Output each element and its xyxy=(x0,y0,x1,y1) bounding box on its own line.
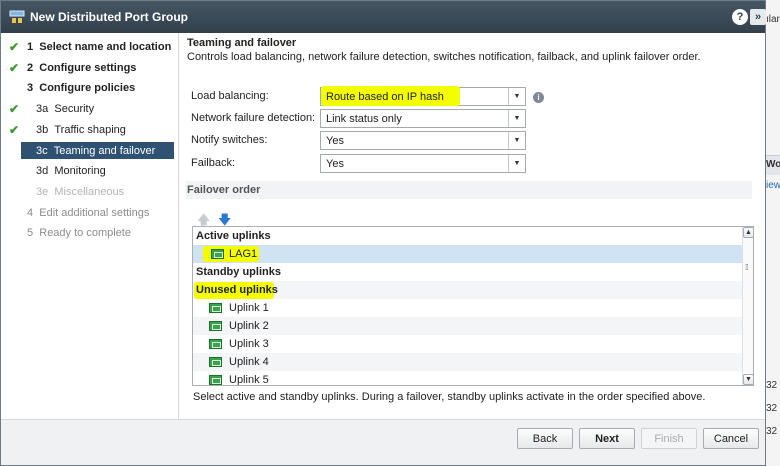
next-button[interactable]: Next xyxy=(579,428,635,449)
background-text: Wor xyxy=(766,159,780,170)
list-item-uplink[interactable]: Uplink 1 xyxy=(193,299,742,317)
uplink-icon xyxy=(209,357,222,367)
background-text: 32 xyxy=(766,403,778,414)
step-label: 3c Teaming and failover xyxy=(36,145,156,157)
chevron-down-icon: ▼ xyxy=(508,132,525,149)
list-item-uplink[interactable]: Uplink 4 xyxy=(193,353,742,371)
network-failure-detection-label: Network failure detection: xyxy=(191,112,316,124)
failback-select[interactable]: Yes ▼ xyxy=(320,154,526,173)
list-group-standby[interactable]: Standby uplinks xyxy=(193,263,742,281)
list-item-lag1[interactable]: LAG1 xyxy=(193,245,742,263)
background-text: ıları xyxy=(766,14,780,25)
list-scrollbar[interactable]: ▲ ⁞⁞ ▼ xyxy=(742,227,753,385)
page-title: Teaming and failover xyxy=(187,37,297,49)
back-button[interactable]: Back xyxy=(517,428,573,449)
failback-label: Failback: xyxy=(191,157,236,169)
failback-value: Yes xyxy=(326,157,344,170)
load-balancing-label: Load balancing: xyxy=(191,90,269,102)
step-label: 2 Configure settings xyxy=(27,62,137,74)
chevron-down-icon: ▼ xyxy=(508,88,525,105)
list-item-uplink[interactable]: Uplink 2 xyxy=(193,317,742,335)
scroll-down-icon[interactable]: ▼ xyxy=(743,374,753,385)
dialog-title: New Distributed Port Group xyxy=(30,10,189,24)
notify-switches-value: Yes xyxy=(326,134,344,147)
dialog-footer: Back Next Finish Cancel xyxy=(1,419,765,465)
failover-hint: Select active and standby uplinks. Durin… xyxy=(193,391,706,403)
load-balancing-select[interactable]: Route based on IP hash ▼ xyxy=(320,86,526,106)
scroll-grip-icon[interactable]: ⁞⁞ xyxy=(745,263,749,272)
background-text: iew xyxy=(766,180,780,191)
step-label: 3a Security xyxy=(36,103,95,115)
info-icon[interactable]: i xyxy=(533,92,544,103)
step-label: 3 Configure policies xyxy=(27,82,136,94)
list-group-unused[interactable]: Unused uplinks xyxy=(193,281,742,299)
check-icon: ✔ xyxy=(9,102,20,116)
notify-switches-label: Notify switches: xyxy=(191,134,268,146)
check-icon: ✔ xyxy=(9,61,20,75)
uplink-icon xyxy=(209,339,222,349)
teaming-failover-page: Teaming and failover Controls load balan… xyxy=(179,33,765,419)
list-item-uplink[interactable]: Uplink 5 xyxy=(193,371,742,385)
new-port-group-dialog: New Distributed Port Group ? » ✔ 1 Selec… xyxy=(0,0,766,466)
uplink-icon xyxy=(209,321,222,331)
check-icon: ✔ xyxy=(9,123,20,137)
network-failure-detection-select[interactable]: Link status only ▼ xyxy=(320,109,526,128)
failover-order-title: Failover order xyxy=(187,184,261,196)
finish-button[interactable]: Finish xyxy=(641,428,697,449)
list-group-active[interactable]: Active uplinks xyxy=(193,227,742,245)
chevron-down-icon: ▼ xyxy=(508,110,525,127)
step-label: 1 Select name and location xyxy=(27,41,172,53)
step-label: 3d Monitoring xyxy=(36,165,106,177)
scroll-up-icon[interactable]: ▲ xyxy=(743,227,753,238)
step-label: 4 Edit additional settings xyxy=(27,207,150,219)
uplink-icon xyxy=(209,303,222,313)
step-label: 3b Traffic shaping xyxy=(36,124,126,136)
background-text: 32 xyxy=(766,380,778,391)
failover-order-list[interactable]: Active uplinks LAG1 Standby uplinks Unus… xyxy=(192,226,754,386)
check-icon: ✔ xyxy=(9,40,20,54)
dialog-titlebar[interactable]: New Distributed Port Group xyxy=(1,1,765,33)
help-button[interactable]: ? xyxy=(732,9,748,25)
background-text: 32 xyxy=(766,426,778,437)
cancel-button[interactable]: Cancel xyxy=(703,428,759,449)
notify-switches-select[interactable]: Yes ▼ xyxy=(320,131,526,150)
network-failure-detection-value: Link status only xyxy=(326,112,402,125)
list-item-uplink[interactable]: Uplink 3 xyxy=(193,335,742,353)
load-balancing-value: Route based on IP hash xyxy=(326,90,444,103)
port-group-icon xyxy=(9,10,25,24)
step-label: 3e Miscellaneous xyxy=(36,186,125,198)
lag-icon xyxy=(211,249,224,259)
chevron-down-icon: ▼ xyxy=(508,155,525,172)
failover-order-header: Failover order xyxy=(186,181,752,199)
background-app xyxy=(765,0,780,466)
close-button[interactable]: » xyxy=(750,9,766,25)
uplink-icon xyxy=(209,375,222,385)
step-label: 5 Ready to complete xyxy=(27,227,131,239)
wizard-steps: ✔ 1 Select name and location ✔ 2 Configu… xyxy=(1,33,179,419)
page-description: Controls load balancing, network failure… xyxy=(187,51,701,63)
